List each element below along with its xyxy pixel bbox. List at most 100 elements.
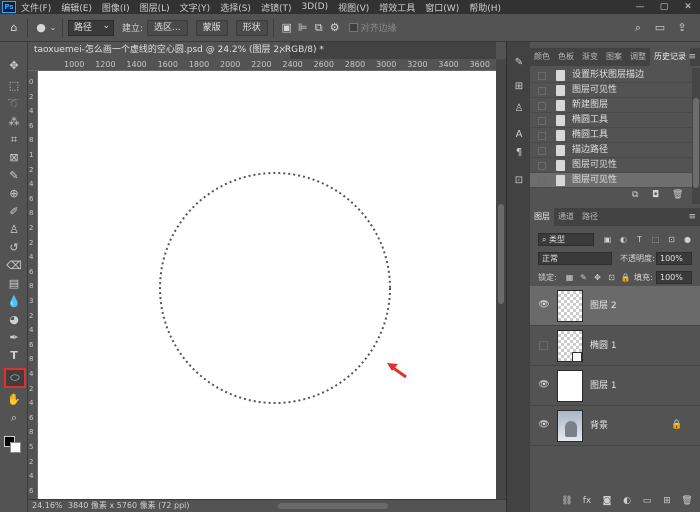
link-layers-icon[interactable]: ⛓	[560, 496, 574, 506]
smart-object-filter-icon[interactable]: ⊡	[666, 234, 677, 245]
menu-file[interactable]: 文件(F)	[16, 1, 56, 14]
glyphs-icon[interactable]: ⊡	[511, 174, 527, 188]
history-item[interactable]: 图层可见性	[530, 83, 692, 98]
brush-settings-icon[interactable]: ✎	[511, 56, 527, 70]
background-color-swatch[interactable]	[10, 442, 21, 453]
layer-row[interactable]: 椭圆 1	[530, 326, 700, 366]
gear-icon[interactable]: ⚙	[327, 20, 343, 36]
tab-paths[interactable]: 路径	[578, 208, 602, 226]
tab-channels[interactable]: 通道	[554, 208, 578, 226]
scroll-thumb[interactable]	[498, 204, 504, 304]
healing-brush-tool-icon[interactable]: ⊕	[6, 186, 22, 202]
workspace-icon[interactable]: ▭	[652, 20, 668, 36]
history-brush-tool-icon[interactable]: ↺	[6, 240, 22, 256]
chevron-down-icon[interactable]: ⌄	[49, 20, 57, 36]
zoom-tool-icon[interactable]: ⌕	[6, 410, 22, 426]
magic-wand-tool-icon[interactable]: ⁂	[6, 114, 22, 130]
layer-row[interactable]: 👁 图层 1	[530, 366, 700, 406]
history-checkbox[interactable]	[538, 147, 546, 155]
menu-window[interactable]: 窗口(W)	[420, 1, 464, 14]
align-edges-checkbox[interactable]	[348, 23, 358, 32]
history-checkbox[interactable]	[538, 87, 546, 95]
menu-edit[interactable]: 编辑(E)	[56, 1, 97, 14]
shape-button[interactable]: 形状	[235, 19, 268, 36]
path-arrangement-icon[interactable]: ⧉	[311, 20, 327, 36]
document-info[interactable]: 3840 像素 x 5760 像素 (72 ppi)	[68, 500, 190, 512]
panel-menu-icon[interactable]: ≡	[688, 48, 696, 66]
vertical-scrollbar[interactable]	[496, 59, 506, 499]
type-filter-icon[interactable]: T	[634, 234, 645, 245]
tab-gradients[interactable]: 渐变	[578, 48, 602, 66]
history-checkbox[interactable]	[538, 102, 546, 110]
lock-pixels-icon[interactable]: ✎	[578, 272, 589, 283]
selection-button[interactable]: 选区...	[147, 19, 188, 36]
history-checkbox[interactable]	[538, 132, 546, 140]
fill-input[interactable]: 100%	[656, 271, 692, 284]
lasso-tool-icon[interactable]: ➰	[6, 96, 22, 112]
close-icon[interactable]: ×	[278, 42, 286, 59]
history-item[interactable]: 新建图层	[530, 98, 692, 113]
eraser-tool-icon[interactable]: ⌫	[6, 258, 22, 274]
history-item[interactable]: 椭圆工具	[530, 128, 692, 143]
history-item-selected[interactable]: 图层可见性	[530, 173, 692, 188]
path-alignment-icon[interactable]: ⊫	[295, 20, 311, 36]
menu-layer[interactable]: 图层(L)	[135, 1, 175, 14]
tab-layers[interactable]: 图层	[530, 208, 554, 226]
tab-patterns[interactable]: 图案	[602, 48, 626, 66]
history-item[interactable]: 椭圆工具	[530, 113, 692, 128]
move-tool-icon[interactable]: ✥	[6, 58, 22, 74]
layer-filter-select[interactable]: ⌕ 类型	[538, 233, 594, 246]
history-checkbox[interactable]	[538, 72, 546, 80]
shape-filter-icon[interactable]: ⬚	[650, 234, 661, 245]
lock-all-icon[interactable]: 🔒	[620, 272, 631, 283]
document-tab[interactable]: taoxuemei-怎么画一个虚线的空心圆.psd @ 24.2% (图层 2,…	[28, 42, 324, 59]
brushes-icon[interactable]: ⊞	[511, 80, 527, 94]
eye-icon[interactable]: 👁	[538, 419, 550, 431]
scroll-thumb[interactable]	[693, 98, 699, 188]
lock-position-icon[interactable]: ✥	[592, 272, 603, 283]
add-mask-icon[interactable]: ◙	[600, 496, 614, 506]
crop-tool-icon[interactable]: ⌗	[6, 132, 22, 148]
opacity-input[interactable]: 100%	[656, 252, 692, 265]
pen-tool-icon[interactable]: ✒	[6, 330, 22, 346]
dodge-tool-icon[interactable]: ◕	[6, 312, 22, 328]
menu-plugins[interactable]: 增效工具	[374, 1, 420, 14]
menu-filter[interactable]: 滤镜(T)	[256, 1, 297, 14]
eye-icon[interactable]: 👁	[538, 299, 550, 311]
horizontal-scroll-thumb[interactable]	[278, 503, 388, 509]
history-checkbox[interactable]	[538, 117, 546, 125]
menu-image[interactable]: 图像(I)	[97, 1, 135, 14]
path-operations-icon[interactable]: ▣	[279, 20, 295, 36]
character-icon[interactable]: A	[511, 128, 527, 142]
minimize-button[interactable]: —	[628, 0, 652, 14]
gradient-tool-icon[interactable]: ▤	[6, 276, 22, 292]
blur-tool-icon[interactable]: 💧	[6, 294, 22, 310]
layer-row[interactable]: 👁 背景 🔒	[530, 406, 700, 446]
new-layer-icon[interactable]: ⊞	[660, 496, 674, 506]
menu-type[interactable]: 文字(Y)	[175, 1, 216, 14]
history-checkbox[interactable]	[538, 177, 546, 185]
menu-3d[interactable]: 3D(D)	[296, 2, 333, 12]
frame-tool-icon[interactable]: ⊠	[6, 150, 22, 166]
camera-icon[interactable]: ◘	[652, 190, 659, 200]
lock-transparent-icon[interactable]: ▦	[564, 272, 575, 283]
eyedropper-tool-icon[interactable]: ✎	[6, 168, 22, 184]
marquee-tool-icon[interactable]: ⬚	[6, 78, 22, 94]
new-document-from-state-icon[interactable]: ⧉	[632, 190, 638, 200]
paragraph-icon[interactable]: ¶	[511, 146, 527, 160]
document-canvas[interactable]	[38, 71, 496, 499]
share-icon[interactable]: ⇪	[674, 20, 690, 36]
visibility-toggle[interactable]	[539, 341, 548, 350]
tab-history[interactable]: 历史记录	[650, 48, 690, 66]
tab-color[interactable]: 颜色	[530, 48, 554, 66]
tab-adjustments[interactable]: 调整	[626, 48, 650, 66]
layer-row-selected[interactable]: 👁 图层 2	[530, 286, 700, 326]
close-window-button[interactable]: ✕	[676, 0, 700, 14]
ellipse-preset-icon[interactable]: ●	[33, 20, 49, 36]
type-tool-icon[interactable]: T	[6, 348, 22, 364]
history-scrollbar[interactable]	[692, 68, 700, 204]
trash-icon[interactable]: 🗑	[680, 496, 694, 506]
tool-mode-select[interactable]: 路径	[68, 19, 114, 36]
lock-artboard-icon[interactable]: ⊡	[606, 272, 617, 283]
maximize-button[interactable]: ▢	[652, 0, 676, 14]
